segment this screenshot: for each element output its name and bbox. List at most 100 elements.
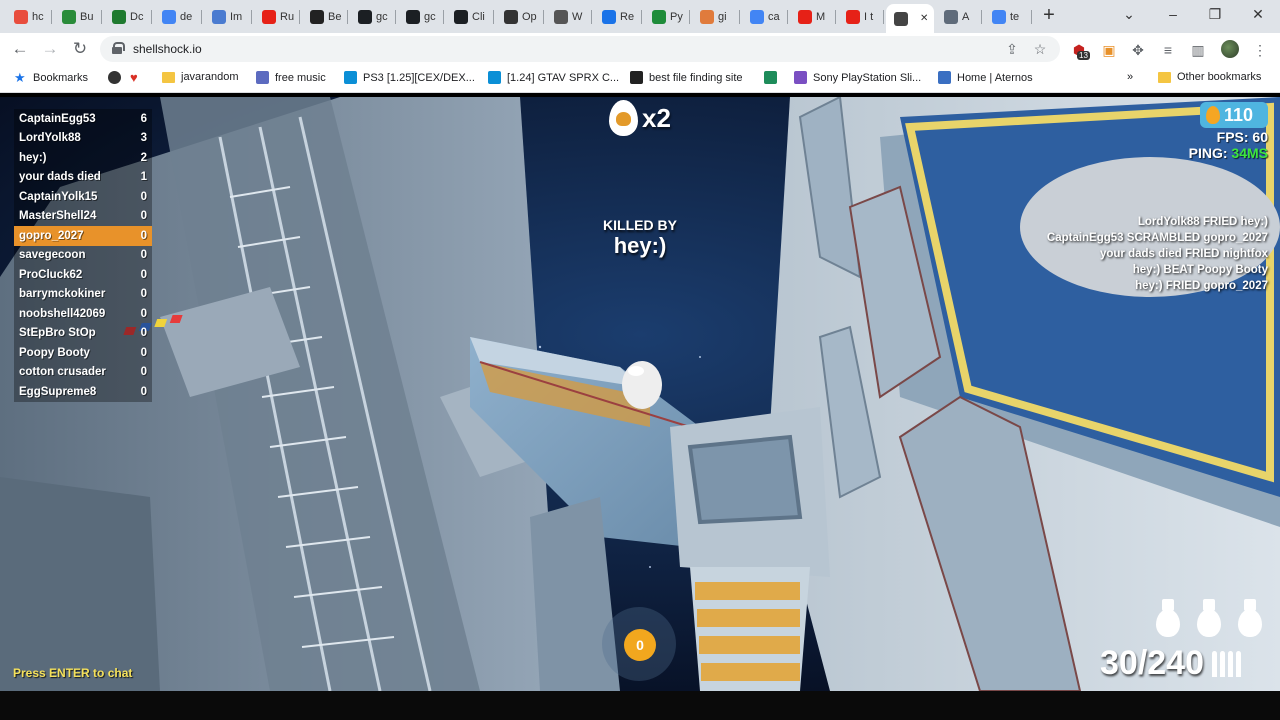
tab-favicon-icon [846,9,860,24]
menu-kebab-icon[interactable]: ⋮ [1252,42,1268,58]
bookmark-label: Sony PlayStation Sli... [813,71,922,84]
bookmark-item[interactable]: PS3 [1.25][CEX/DEX... [344,71,475,84]
player-name: savegecoon [19,249,86,262]
kill-feed-entry: CaptainEgg53 SCRAMBLED gopro_2027 [1046,232,1268,244]
grenade-counter: 0 [624,629,656,661]
browser-tab[interactable]: Im [204,4,252,29]
address-bar[interactable]: shellshock.io ⇪ ☆ [100,36,1060,62]
bookmark-icon [794,71,807,84]
browser-tab[interactable]: M [790,4,836,29]
bookmark-item[interactable]: ★ Bookmarks [14,71,88,84]
browser-tab[interactable]: W [546,4,592,29]
url-text[interactable]: shellshock.io [133,42,202,56]
tab-favicon-icon [602,9,616,24]
tab-label: Im [230,10,243,23]
bookmark-item[interactable] [108,71,127,84]
minimize-button[interactable]: – [1160,4,1186,24]
player-score: 1 [140,171,147,184]
side-panel-icon[interactable]: ▥ [1190,42,1206,58]
tab-label: M [816,10,826,23]
player-score: 2 [140,151,147,164]
bookmark-item[interactable]: ♥ [130,71,149,84]
browser-tab[interactable]: gc [350,4,396,29]
player-name: barrymckokiner [19,288,106,301]
bookmark-item[interactable]: Sony PlayStation Sli... [794,71,921,84]
back-icon[interactable]: ← [9,38,31,60]
tab-favicon-icon [504,9,518,24]
share-icon[interactable]: ⇪ [1004,41,1020,57]
tab-favicon-icon [992,9,1006,24]
tab-favicon-icon [700,9,714,24]
kill-feed-entry: LordYolk88 FRIED hey:) [1137,216,1268,228]
tab-label: I t [864,10,874,23]
browser-tab[interactable]: Py [644,4,690,29]
browser-tab[interactable]: Re [594,4,642,29]
browser-tab[interactable]: A [936,4,982,29]
new-tab-button[interactable]: + [1038,5,1060,26]
tab-label: Cli [472,10,485,23]
lock-icon[interactable] [112,42,125,54]
bookmark-icon [764,71,777,84]
browser-tab[interactable]: ca [742,4,788,29]
browser-tab[interactable]: gi [692,4,740,29]
grenade-icon [1152,597,1184,637]
close-window-button[interactable]: ✕ [1245,4,1271,24]
tab-search-icon[interactable]: ⌄ [1116,4,1142,24]
tab-label: gc [376,10,388,23]
profile-avatar[interactable] [1221,40,1239,58]
chat-prompt[interactable]: Press ENTER to chat [13,666,132,680]
bookmark-star-icon[interactable]: ☆ [1032,41,1048,57]
extension-icon-2[interactable]: ▣ [1101,42,1117,58]
bookmarks-overflow-icon[interactable]: » [1127,71,1133,83]
other-bookmarks[interactable]: Other bookmarks [1158,71,1261,83]
bookmark-label: best file finding site [649,71,743,84]
scoreboard-row: CaptainYolk15 0 [14,187,152,207]
close-tab-icon[interactable]: ✕ [920,13,928,24]
ammo-display: 30/240 [1100,644,1241,683]
browser-tab[interactable]: te [984,4,1032,29]
browser-tab[interactable]: Bu [54,4,102,29]
scoreboard-row: hey:) 2 [14,148,152,168]
forward-icon[interactable]: → [39,38,61,60]
bookmark-item[interactable] [764,71,783,84]
extensions-puzzle-icon[interactable]: ✥ [1130,42,1146,58]
bottom-bar [0,691,1280,720]
scoreboard-row: your dads died 1 [14,167,152,187]
browser-tab[interactable]: hc [6,4,52,29]
bookmark-icon: ♥ [130,70,138,85]
browser-tab[interactable]: Ru [254,4,300,29]
bookmark-item[interactable]: [1.24] GTAV SPRX C... [488,71,619,84]
player-score: 0 [140,288,147,301]
other-bookmarks-label: Other bookmarks [1177,71,1262,83]
scoreboard-row: Poopy Booty 0 [14,343,152,363]
player-name: LordYolk88 [19,132,81,145]
bookmark-item[interactable]: Home | Aternos [938,71,1033,84]
maximize-button[interactable]: ❐ [1202,4,1228,24]
ping-label: PING: [1188,145,1232,161]
browser-tab[interactable]: gc [398,4,444,29]
bookmark-icon [256,71,269,84]
browser-tab[interactable]: Be [302,4,348,29]
bookmark-item[interactable]: free music [256,71,326,84]
browser-tab[interactable]: I t [838,4,884,29]
browser-tab[interactable]: de [154,4,202,29]
browser-tab[interactable]: Cli [446,4,494,29]
browser-tab[interactable]: Dc [104,4,152,29]
bookmark-item[interactable]: javarandom [162,71,238,83]
browser-tab[interactable]: ✕ [886,4,934,33]
reading-list-icon[interactable]: ≡ [1160,42,1176,58]
player-name: StEpBro StOp [19,327,96,340]
bookmark-label: PS3 [1.25][CEX/DEX... [363,71,475,84]
tab-label: Re [620,10,635,23]
bookmark-item[interactable]: best file finding site [630,71,743,84]
player-name: Poopy Booty [19,346,90,359]
game-viewport[interactable]: CaptainEgg53 6 LordYolk88 3 hey:) 2 your dads … [0,97,1280,691]
browser-tab[interactable]: Op [496,4,544,29]
bookmark-label: javarandom [181,71,239,83]
toolbar: ← → ↻ shellshock.io ⇪ ☆ ⬢ 13 ▣ ✥ ≡ ▥ ⋮ [0,33,1280,65]
bookmark-label: [1.24] GTAV SPRX C... [507,71,620,84]
tab-label: W [572,10,583,23]
player-score: 0 [140,366,147,379]
reload-icon[interactable]: ↻ [69,38,91,60]
tab-favicon-icon [358,9,372,24]
